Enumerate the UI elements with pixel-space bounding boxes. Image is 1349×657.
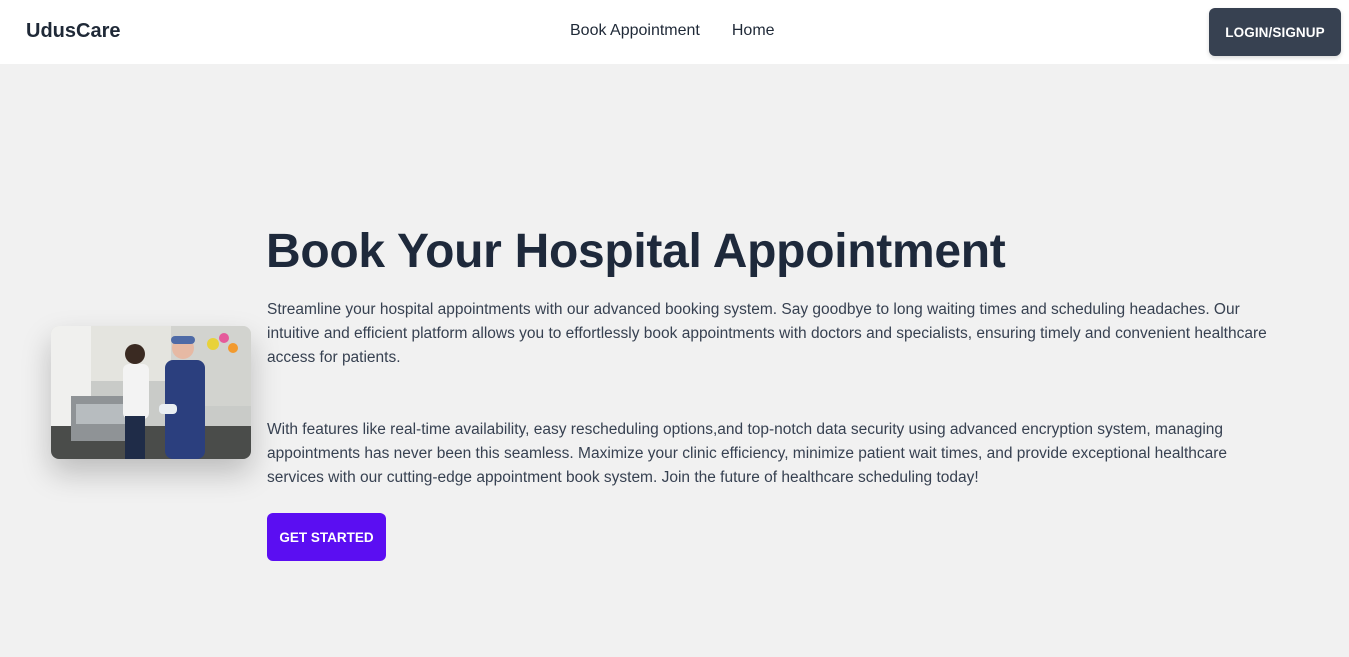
features-paragraph: With features like real-time availabilit…	[267, 421, 1228, 486]
intro-paragraph: Streamline your hospital appointments wi…	[267, 301, 1267, 366]
navbar: UdusCare Book Appointment Home LOGIN/SIG…	[0, 0, 1349, 64]
nav-links: Book Appointment Home	[570, 22, 775, 40]
page-title: Book Your Hospital Appointment	[266, 225, 1006, 278]
get-started-button[interactable]: GET STARTED	[267, 513, 386, 561]
hospital-staff-photo	[51, 326, 251, 459]
nav-link-book-appointment[interactable]: Book Appointment	[570, 22, 700, 40]
brand-logo[interactable]: UdusCare	[26, 20, 120, 43]
login-signup-button[interactable]: LOGIN/SIGNUP	[1209, 8, 1341, 56]
nav-link-home[interactable]: Home	[732, 22, 775, 40]
